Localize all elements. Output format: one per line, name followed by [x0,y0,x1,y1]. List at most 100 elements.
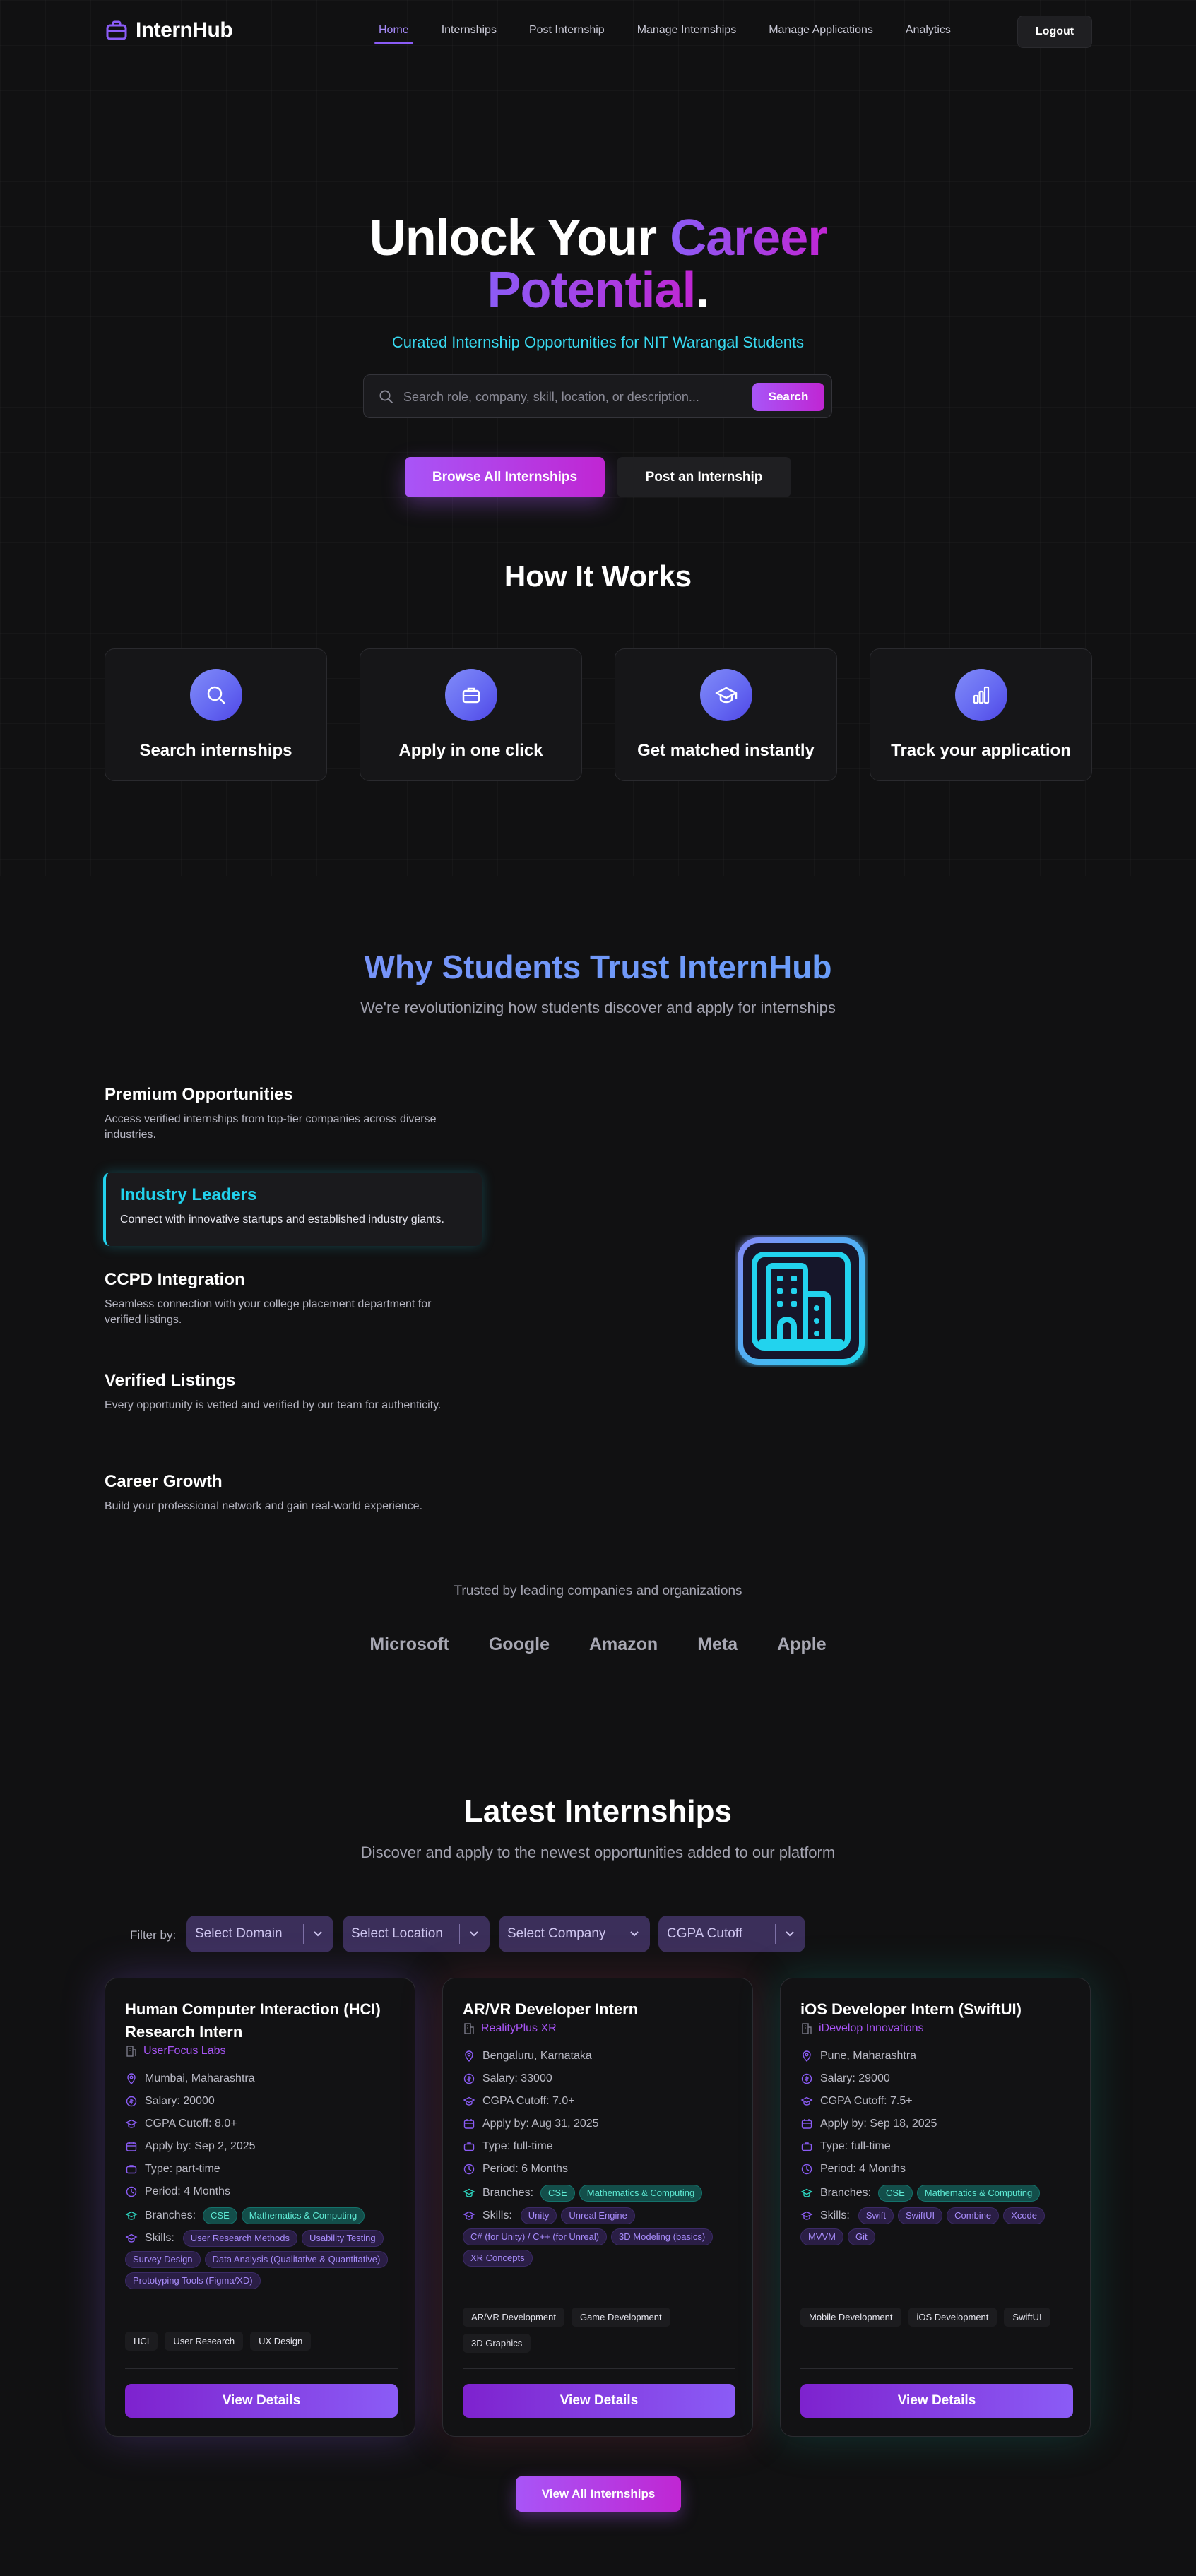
company-logos: Microsoft Google Amazon Meta Apple [0,1634,1196,1655]
view-details-button[interactable]: View Details [800,2384,1073,2418]
building-icon [125,2045,138,2058]
chevron-down-icon [468,1928,480,1939]
briefcase-icon [105,18,129,42]
meta-salary: Salary: 33000 [463,2067,735,2090]
tag-list: AR/VR Development Game Development 3D Grap… [463,2308,735,2353]
meta-text: Apply by: Sep 2, 2025 [145,2140,256,2152]
nav-link-manage-internships[interactable]: Manage Internships [637,16,737,45]
feature-title: Career Growth [105,1472,223,1491]
meta-text: CGPA Cutoff: 7.5+ [820,2095,913,2107]
search-input[interactable] [403,384,735,410]
search-icon [190,669,242,721]
calendar-icon [463,2118,475,2130]
meta-text: Period: 6 Months [482,2163,568,2175]
skill-chip: Swift [858,2207,894,2224]
meta-cgpa-cutoff: CGPA Cutoff: 8.0+ [125,2113,398,2135]
feature-verified-listings[interactable]: Verified Listings Every opportunity is v… [105,1371,479,1413]
select-separator [303,1924,304,1944]
calendar-icon [800,2118,813,2130]
meta-text: Salary: 29000 [820,2072,890,2084]
nav-links: Home Internships Post Internship Manage … [374,16,983,45]
feature-career-growth[interactable]: Career Growth Build your professional ne… [105,1472,479,1514]
briefcase-icon [800,2140,813,2153]
skills-row: Skills: User Research Methods Usability Te… [125,2230,398,2289]
internship-title[interactable]: iOS Developer Intern (SwiftUI) [800,1998,1073,2021]
view-all-internships-button[interactable]: View All Internships [516,2476,681,2512]
view-details-button[interactable]: View Details [463,2384,735,2418]
branch-chips: CSE Mathematics & Computing [203,2207,365,2224]
internship-title[interactable]: Human Computer Interaction (HCI) Researc… [125,1998,398,2043]
why-title: Why Students Trust InternHub [0,948,1196,986]
view-details-button[interactable]: View Details [125,2384,398,2418]
skill-chip: Git [848,2228,875,2245]
meta-location: Bengaluru, Karnataka [463,2045,735,2067]
meta-text: Period: 4 Months [145,2185,230,2197]
skill-chip: User Research Methods [182,2230,297,2247]
meta-salary: Salary: 20000 [125,2090,398,2113]
search-button[interactable]: Search [752,383,824,411]
skill-chip: Survey Design [125,2251,201,2268]
graduation-cap-icon [463,2209,475,2222]
internship-card: AR/VR Developer Intern RealityPlus XR Beng… [442,1978,753,2437]
meta-cgpa-cutoff: CGPA Cutoff: 7.5+ [800,2090,1073,2113]
nav-link-post-internship[interactable]: Post Internship [529,16,605,45]
meta-period: Period: 4 Months [800,2158,1073,2180]
meta-text: Salary: 20000 [145,2095,215,2107]
card-body: Human Computer Interaction (HCI) Researc… [125,1998,398,2289]
search-bar: Search [363,374,832,418]
feature-premium-opportunities[interactable]: Premium Opportunities Access verified in… [105,1085,479,1143]
cgpa-select[interactable]: CGPA Cutoff [658,1916,805,1952]
logout-button[interactable]: Logout [1017,16,1092,48]
domain-select[interactable]: Select Domain [186,1916,333,1952]
company-name[interactable]: UserFocus Labs [143,2045,226,2058]
briefcase-icon [445,669,497,721]
clock-icon [125,2185,138,2198]
brand-name: InternHub [136,18,233,42]
meta-location: Mumbai, Maharashtra [125,2067,398,2090]
card-divider [463,2368,735,2369]
feature-title: Premium Opportunities [105,1085,293,1104]
location-select[interactable]: Select Location [343,1916,490,1952]
skill-chip: Xcode [1003,2207,1046,2224]
nav-link-manage-applications[interactable]: Manage Applications [769,16,873,45]
select-separator [459,1924,460,1944]
latest-internships-title: Latest Internships [464,1794,732,1829]
company-select-value: Select Company [507,1926,606,1941]
meta-text: Pune, Maharashtra [820,2050,917,2062]
internship-title[interactable]: AR/VR Developer Intern [463,1998,735,2021]
step-label: Get matched instantly [637,741,815,760]
company-name[interactable]: RealityPlus XR [481,2022,557,2035]
post-internship-button[interactable]: Post an Internship [617,457,791,497]
nav-link-analytics[interactable]: Analytics [906,16,951,45]
salary-icon [463,2072,475,2085]
select-separator [775,1924,776,1944]
hero-title: Unlock Your Career Potential. [0,212,1196,316]
meta-text: CGPA Cutoff: 8.0+ [145,2118,237,2130]
step-label: Track your application [891,741,1071,760]
nav-link-internships[interactable]: Internships [442,16,497,45]
skill-chip: C# (for Unity) / C++ (for Unreal) [463,2228,608,2245]
calendar-icon [125,2140,138,2153]
location-pin-icon [463,2050,475,2062]
location-pin-icon [800,2050,813,2062]
feature-ccpd-integration[interactable]: CCPD Integration Seamless connection wit… [105,1270,479,1328]
branches-row: Branches: CSE Mathematics & Computing [125,2204,398,2227]
chevron-down-icon [312,1928,324,1939]
feature-industry-leaders[interactable]: Industry Leaders Connect with innovative… [103,1173,482,1246]
company-select[interactable]: Select Company [499,1916,650,1952]
brand-logo[interactable]: InternHub [105,18,233,42]
nav-link-home[interactable]: Home [374,16,413,45]
browse-internships-button[interactable]: Browse All Internships [405,457,605,497]
company-row: iDevelop Innovations [800,2022,1073,2035]
meta-text: Apply by: Aug 31, 2025 [482,2118,599,2130]
tag: User Research [165,2332,244,2351]
branch-chip: Mathematics & Computing [579,2185,703,2202]
tag: iOS Development [908,2308,997,2327]
company-row: RealityPlus XR [463,2022,735,2035]
company-name[interactable]: iDevelop Innovations [819,2022,924,2035]
branch-chip: CSE [203,2207,237,2224]
meta-salary: Salary: 29000 [800,2067,1073,2090]
graduation-cap-icon [800,2209,813,2222]
feature-desc: Every opportunity is vetted and verified… [105,1399,442,1411]
meta-text: CGPA Cutoff: 7.0+ [482,2095,575,2107]
